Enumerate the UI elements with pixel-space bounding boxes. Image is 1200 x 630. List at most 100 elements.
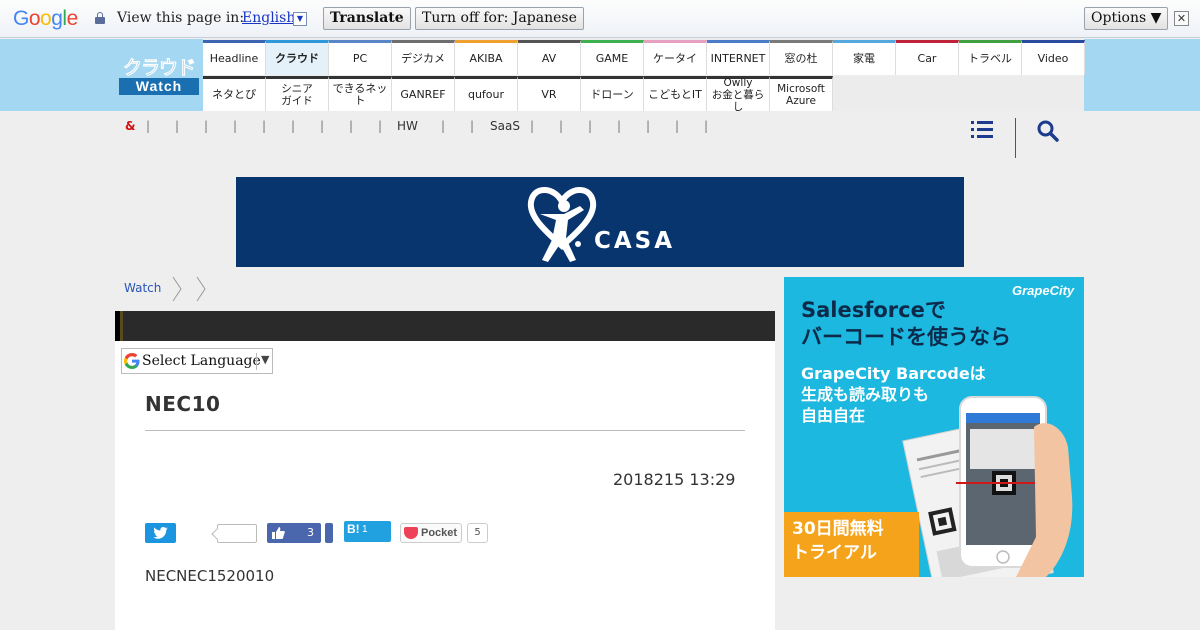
pocket-button[interactable]: Pocket [400, 523, 462, 543]
nav-item[interactable]: PC [329, 40, 392, 75]
side-ad[interactable]: GrapeCity Salesforceで バーコードを使うなら GrapeCi… [784, 277, 1084, 577]
breadcrumb-home[interactable]: Watch [124, 281, 161, 295]
chevron-down-icon: ▼ [261, 353, 270, 366]
hatena-bookmark-button[interactable]: B! 1 [344, 521, 391, 542]
header-divider [1015, 118, 1016, 158]
nav-item[interactable]: クラウド [266, 40, 329, 75]
google-logo: Google [13, 7, 78, 31]
google-logo-letter: G [13, 7, 29, 30]
nav-item[interactable]: トラベル [959, 40, 1022, 75]
subnav-separator: | [441, 119, 446, 133]
phone-scan-illustration [902, 396, 1073, 577]
google-logo-letter: g [51, 7, 63, 30]
site-logo-subtitle: Watch [119, 78, 199, 95]
twitter-count-box [217, 524, 257, 543]
nav-item[interactable]: INTERNET [707, 40, 770, 75]
select-language-dropdown[interactable]: Select Language ▼ [121, 348, 273, 374]
nav-item[interactable]: デジカメ [392, 40, 455, 75]
google-g-icon [124, 353, 140, 369]
nav-item[interactable]: AV [518, 40, 581, 75]
pocket-count: 5 [467, 523, 488, 543]
subnav-separator: | [675, 119, 680, 133]
nav-item[interactable]: 家電 [833, 40, 896, 75]
subnav-separator: | [559, 119, 564, 133]
language-dropdown-icon[interactable]: ▼ [293, 12, 307, 26]
translate-button[interactable]: Translate [323, 7, 411, 30]
nav-item[interactable]: GANREF [392, 76, 455, 111]
subnav-separator: | [204, 119, 209, 133]
translate-prompt: View this page in: [117, 10, 245, 26]
nav-item[interactable]: Microsoft Azure [770, 76, 833, 111]
ad-brand-logo: GrapeCity [1012, 283, 1075, 298]
subnav-item-saas[interactable]: SaaS [490, 119, 520, 133]
nav-item[interactable]: Car [896, 40, 959, 75]
select-language-label: Select Language [142, 353, 261, 369]
lock-icon [95, 12, 105, 24]
subnav-separator: | [378, 119, 383, 133]
subnav-amp[interactable]: & [125, 119, 135, 133]
hatena-bookmark-icon: B! [347, 522, 360, 536]
nav-item[interactable]: 窓の杜 [770, 40, 833, 75]
casa-logo-icon [527, 187, 597, 262]
google-logo-letter: o [40, 7, 52, 30]
turn-off-translation-button[interactable]: Turn off for: Japanese [415, 7, 584, 30]
nav-item[interactable]: できるネット [329, 76, 392, 111]
nav-item[interactable]: qufour [455, 76, 518, 111]
subnav-separator: | [617, 119, 622, 133]
primary-nav: Headline クラウド PC デジカメ AKIBA AV GAME ケータイ INTERNE… [203, 40, 1085, 75]
nav-item[interactable]: GAME [581, 40, 644, 75]
subnav-separator: | [704, 119, 709, 133]
close-icon[interactable]: ✕ [1174, 11, 1189, 26]
nav-item[interactable]: ドローン [581, 76, 644, 111]
article-header-bar [115, 311, 775, 341]
breadcrumb-chevron-icon [172, 276, 182, 302]
subnav-separator: | [588, 119, 593, 133]
subnav-separator: | [146, 119, 151, 133]
thumbs-up-icon [272, 527, 285, 539]
google-translate-bar: Google View this page in: English ▼ Tran… [0, 0, 1200, 38]
secondary-nav: ネタとぴ シニア ガイド できるネット GANREF qufour VR ドローン こどもとI… [203, 76, 833, 113]
ad-cta-text: 30日間無料 トライアル [792, 519, 884, 563]
nav-item[interactable]: ネタとぴ [203, 76, 266, 111]
article-date: 2018215 13:29 [613, 470, 736, 489]
subnav-separator: | [320, 119, 325, 133]
nav-item[interactable]: Video [1022, 40, 1085, 75]
menu-icon[interactable] [971, 121, 993, 139]
facebook-share-button[interactable] [325, 523, 333, 543]
options-button[interactable]: Options ▼ [1084, 7, 1169, 30]
nav-item[interactable]: ケータイ [644, 40, 707, 75]
nav-item[interactable]: VR [518, 76, 581, 111]
nav-item[interactable]: こどもとIT [644, 76, 707, 111]
site-logo[interactable]: クラウド Watch [119, 53, 199, 95]
banner-brand-text: CASA [594, 228, 676, 254]
nav-item[interactable]: AKIBA [455, 40, 518, 75]
facebook-count: 3 [307, 526, 314, 539]
facebook-like-button[interactable]: 3 [267, 523, 321, 543]
subnav-separator: | [470, 119, 475, 133]
subnav-separator: | [175, 119, 180, 133]
subnav-separator: | [291, 119, 296, 133]
subnav-separator: | [262, 119, 267, 133]
search-icon[interactable] [1037, 120, 1059, 142]
subnav-separator: | [530, 119, 535, 133]
subnav-item-hw[interactable]: HW [397, 119, 418, 133]
nav-item[interactable]: Owlly お金と暮らし [707, 76, 770, 113]
google-logo-letter: e [66, 7, 79, 30]
subnav-separator: | [233, 119, 238, 133]
twitter-bird-icon [153, 527, 168, 539]
target-language-link[interactable]: English [242, 10, 295, 26]
nav-item[interactable]: シニア ガイド [266, 76, 329, 111]
subnav-separator: | [646, 119, 651, 133]
nav-item[interactable]: Headline [203, 40, 266, 75]
twitter-share-button[interactable] [145, 523, 176, 543]
article-text: NECNEC1520010 [145, 567, 275, 585]
breadcrumb-chevron-icon [196, 276, 206, 302]
ad-headline: Salesforceで バーコードを使うなら [801, 298, 1011, 349]
site-logo-title: クラウド [123, 57, 197, 80]
subnav-separator: | [349, 119, 354, 133]
pocket-icon [404, 527, 418, 539]
hatena-count: 1 [362, 524, 368, 535]
article-title: NEC10 [145, 392, 221, 416]
title-divider [145, 430, 745, 431]
google-logo-letter: o [28, 7, 41, 30]
